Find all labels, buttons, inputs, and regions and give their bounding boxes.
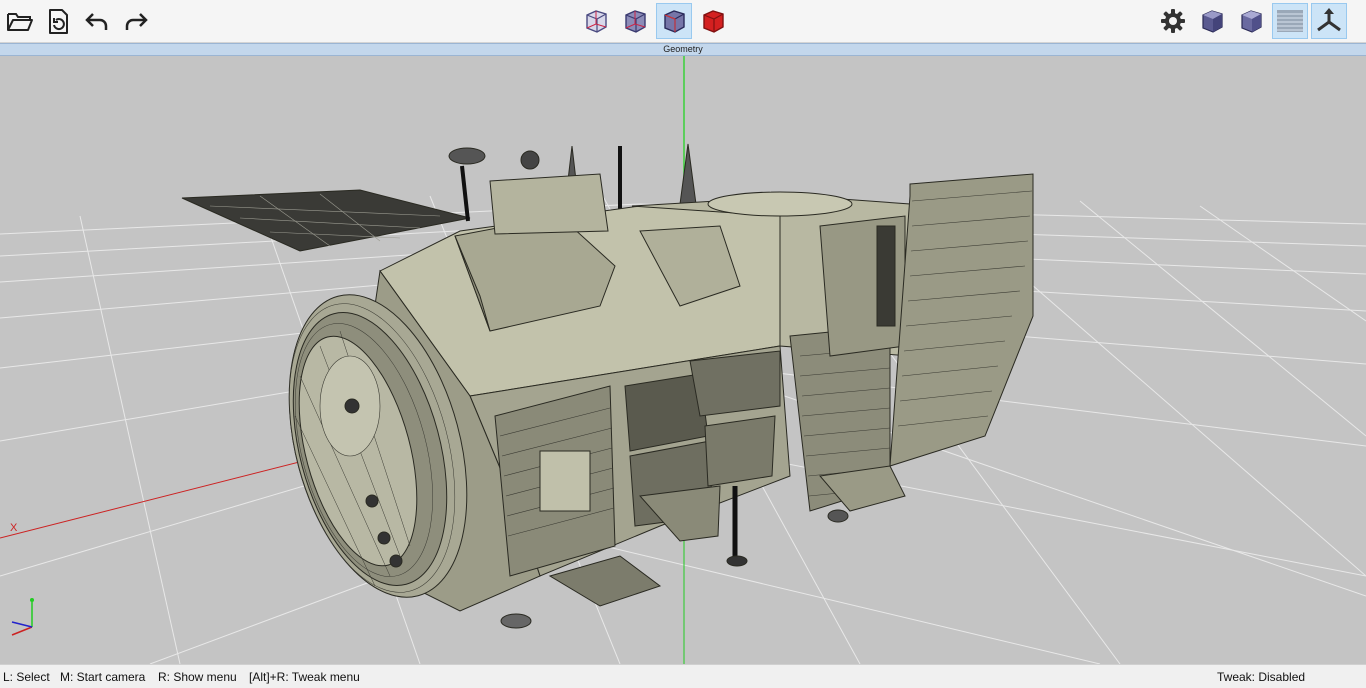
render-mode-shaded-edges-button[interactable] [656,3,692,39]
render-mode-solid-button[interactable] [695,3,731,39]
axes-button[interactable] [1311,3,1347,39]
status-left-click-hint: L: Select [3,670,50,684]
redo-arrow-icon [125,13,148,30]
status-right-click-hint: R: Show menu [158,670,237,684]
axes-icon [1317,8,1341,32]
satellite-model[interactable] [181,143,1034,629]
cube-icon [1241,10,1262,33]
cube-shaded-wire-icon [625,10,646,33]
status-alt-right-click-hint: [Alt]+R: Tweak menu [249,670,360,684]
open-file-button[interactable] [2,3,38,39]
cube-solid-red-icon [703,10,724,33]
status-tweak: Tweak: Disabled [1217,670,1306,684]
panel-title: Geometry [0,43,1366,56]
view-cube-button[interactable] [1194,3,1230,39]
scene-canvas: X Z [0,56,1366,664]
x-axis-label: X [10,522,18,534]
status-middle-click-hint: M: Start camera [60,670,146,684]
cube-icon [1202,10,1223,33]
axis-triad [11,598,34,636]
gear-icon [1161,9,1185,33]
folder-open-icon [7,13,33,31]
cube-shaded-edges-icon [664,10,685,33]
reload-file-button[interactable] [40,3,76,39]
document-refresh-icon [49,9,68,34]
cube-wireframe-icon [586,10,607,33]
settings-button[interactable] [1155,3,1191,39]
grid-floor-icon [1277,10,1303,32]
status-bar: L: Select M: Start camera R: Show menu [… [0,664,1366,688]
grid-floor-button[interactable] [1272,3,1308,39]
undo-button[interactable] [79,3,115,39]
undo-arrow-icon [85,13,108,30]
render-mode-wireframe-button[interactable] [578,3,614,39]
render-mode-shaded-wire-button[interactable] [617,3,653,39]
redo-button[interactable] [118,3,154,39]
main-toolbar [0,0,1366,43]
view-cube-alt-button[interactable] [1233,3,1269,39]
3d-viewport[interactable]: X Z [0,56,1366,664]
